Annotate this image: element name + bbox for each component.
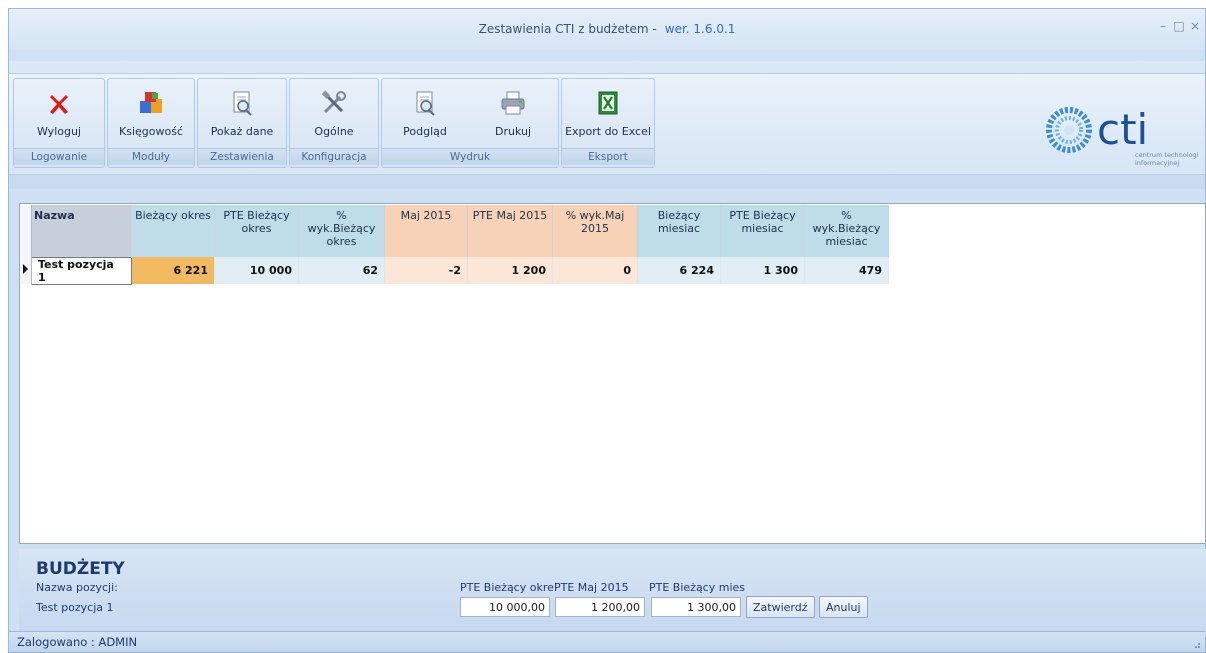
cancel-button[interactable]: Anuluj — [819, 596, 868, 618]
print-label: Drukuj — [494, 125, 532, 138]
col-header-pte-biezacy-okres[interactable]: PTE Bieżący okres — [214, 205, 299, 257]
cell-wyk-biezacy-miesiac[interactable]: 479 — [804, 257, 889, 284]
current-row-arrow-icon — [23, 264, 28, 274]
document-magnifier-icon — [233, 91, 252, 116]
general-settings-label: Ogólne — [314, 125, 354, 138]
ribbon-group-label: Logowanie — [14, 148, 104, 165]
col-header-pte-maj-2015[interactable]: PTE Maj 2015 — [467, 205, 553, 257]
col-header-biezacy-okres[interactable]: Bieżący okres — [131, 205, 215, 257]
pte-may-2015-input[interactable] — [555, 597, 645, 617]
row-selector[interactable] — [21, 257, 32, 284]
excel-icon — [598, 91, 618, 115]
red-x-icon — [50, 95, 68, 114]
pte-may-2015-label: PTE Maj 2015 — [554, 581, 629, 594]
status-bar: Zalogowano : ADMIN — [9, 631, 1205, 652]
ribbon-group-zestawienia: Pokaż dane Zestawienia — [197, 78, 287, 168]
item-name-value: Test pozycja 1 — [36, 601, 114, 614]
print-button[interactable]: Drukuj — [470, 79, 556, 147]
ribbon-group-logowanie: Wyloguj Logowanie — [13, 78, 105, 168]
cell-nazwa[interactable]: Test pozycja 1 — [31, 256, 132, 285]
print-preview-button[interactable]: Podgląd — [382, 79, 468, 147]
ribbon-group-label: Eksport — [562, 148, 654, 165]
logo-subtitle-line2: informacyjnej — [1135, 159, 1179, 167]
budget-panel: BUDŻETY Nazwa pozycji: Test pozycja 1 PT… — [19, 549, 1206, 637]
logout-button[interactable]: Wyloguj — [14, 79, 104, 147]
pte-current-month-label: PTE Bieżący mies — [649, 581, 746, 594]
cell-pte-maj-2015[interactable]: 1 200 — [467, 257, 553, 284]
printer-icon — [501, 91, 525, 115]
data-table: Nazwa Bieżący okres PTE Bieżący okres % … — [21, 205, 889, 285]
export-excel-label: Export do Excel — [565, 125, 651, 138]
ribbon-group-label: Wydruk — [382, 148, 558, 165]
general-settings-button[interactable]: Ogólne — [290, 79, 378, 147]
col-header-wyk-maj-2015[interactable]: % wyk.Maj 2015 — [552, 205, 638, 257]
cell-pte-biezacy-miesiac[interactable]: 1 300 — [720, 257, 805, 284]
col-header-maj-2015[interactable]: Maj 2015 — [384, 205, 468, 257]
ribbon-group-label: Konfiguracja — [290, 148, 378, 165]
row-selector-header — [21, 205, 32, 257]
ribbon-group-eksport: Export do Excel Eksport — [561, 78, 655, 168]
logo-subtitle-line1: centrum technologii — [1135, 151, 1199, 159]
col-header-nazwa[interactable]: Nazwa — [31, 205, 132, 257]
ribbon-group-konfiguracja: Ogólne Konfiguracja — [289, 78, 379, 168]
close-button[interactable]: × — [1188, 19, 1202, 33]
cell-biezacy-miesiac[interactable]: 6 224 — [637, 257, 721, 284]
item-name-label: Nazwa pozycji: — [36, 581, 118, 594]
data-grid[interactable]: Nazwa Bieżący okres PTE Bieżący okres % … — [19, 203, 1206, 544]
show-data-button[interactable]: Pokaż dane — [198, 79, 286, 147]
cell-maj-2015[interactable]: -2 — [384, 257, 468, 284]
col-header-pte-biezacy-miesiac[interactable]: PTE Bieżący miesiac — [720, 205, 805, 257]
ribbon-group-label: Zestawienia — [198, 148, 286, 165]
accounting-button[interactable]: Księgowość — [108, 79, 194, 147]
logo-wordmark: cti — [1097, 105, 1148, 154]
print-preview-icon — [416, 91, 435, 116]
tools-icon — [321, 90, 346, 114]
table-row[interactable]: Test pozycja 1 6 221 10 000 62 -2 1 200 … — [21, 256, 889, 285]
minimize-button[interactable]: – — [1156, 19, 1170, 33]
resize-grip-icon[interactable] — [1191, 639, 1201, 649]
col-header-biezacy-miesiac[interactable]: Bieżący miesiac — [637, 205, 721, 257]
cell-wyk-maj-2015[interactable]: 0 — [552, 257, 638, 284]
print-preview-label: Podgląd — [403, 125, 447, 138]
status-text: Zalogowano : ADMIN — [17, 635, 138, 649]
app-window: Zestawienia CTI z budżetem - wer. 1.6.0.1… — [8, 8, 1206, 653]
window-title-text: Zestawienia CTI z budżetem - — [478, 22, 657, 36]
ribbon-group-moduly: Księgowość Moduły — [107, 78, 195, 168]
accounting-cubes-icon — [140, 92, 162, 113]
cell-wyk-biezacy-okres[interactable]: 62 — [298, 257, 385, 284]
ribbon-group-label: Moduły — [108, 148, 194, 165]
show-data-label: Pokaż dane — [210, 125, 274, 138]
pte-current-period-label: PTE Bieżący okre — [460, 581, 554, 594]
col-header-wyk-biezacy-miesiac[interactable]: % wyk.Bieżący miesiac — [804, 205, 889, 257]
logout-label: Wyloguj — [37, 125, 81, 138]
pte-current-period-input[interactable] — [460, 597, 550, 617]
ribbon-group-wydruk: Podgląd Drukuj Wydruk — [381, 78, 559, 168]
cti-logo: cti centrum technologii informacyjnej — [1046, 105, 1199, 167]
ribbon: Wyloguj Logowanie Księgowość Moduły Poka… — [9, 61, 1205, 189]
cell-biezacy-okres[interactable]: 6 221 — [131, 257, 215, 284]
col-header-wyk-biezacy-okres[interactable]: % wyk.Bieżący okres — [298, 205, 385, 257]
confirm-button[interactable]: Zatwierdź — [746, 596, 815, 618]
title-bar: Zestawienia CTI z budżetem - wer. 1.6.0.1… — [9, 9, 1205, 50]
window-title: Zestawienia CTI z budżetem - wer. 1.6.0.1 — [9, 22, 1205, 36]
pte-current-month-input[interactable] — [651, 597, 741, 617]
window-version: wer. 1.6.0.1 — [664, 22, 736, 36]
budget-title: BUDŻETY — [36, 559, 125, 579]
grid-header-row: Nazwa Bieżący okres PTE Bieżący okres % … — [21, 205, 889, 257]
accounting-label: Księgowość — [119, 125, 183, 138]
export-excel-button[interactable]: Export do Excel — [562, 79, 654, 147]
maximize-button[interactable]: □ — [1172, 19, 1186, 33]
ribbon-panel: Wyloguj Logowanie Księgowość Moduły Poka… — [9, 73, 1205, 175]
cell-pte-biezacy-okres[interactable]: 10 000 — [214, 257, 299, 284]
